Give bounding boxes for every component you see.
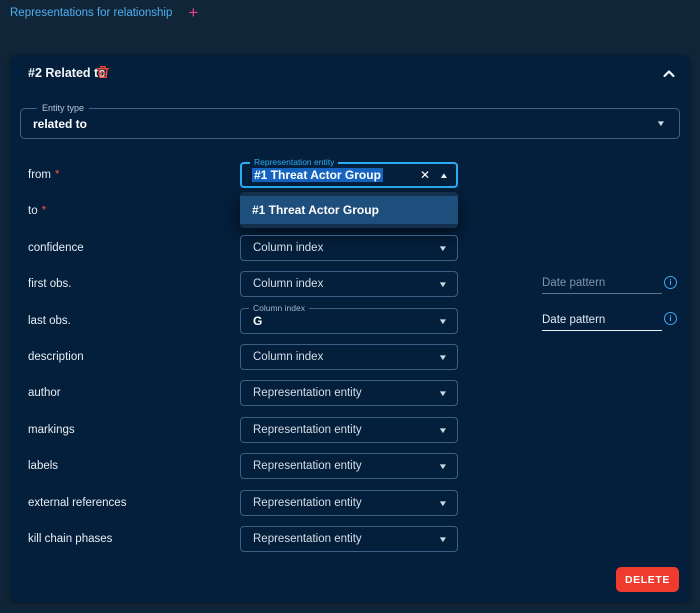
required-marker: * <box>42 205 46 217</box>
field-label-external-references: external references <box>28 495 126 511</box>
chevron-down-icon: ▼ <box>438 535 448 544</box>
chevron-up-icon[interactable] <box>658 64 680 86</box>
last-obs-column-select[interactable]: Column index G ▼ <box>240 308 458 334</box>
last-obs-floating-label: Column index <box>249 303 309 313</box>
entity-type-select[interactable]: Entity type related to ▼ <box>20 108 680 139</box>
field-label-markings: markings <box>28 422 75 438</box>
chevron-up-icon: ▲ <box>439 171 449 180</box>
from-select-floating-label: Representation entity <box>250 157 338 167</box>
from-representation-select[interactable]: Representation entity #1 Threat Actor Gr… <box>240 162 458 188</box>
representations-header: Representations for relationship + <box>10 6 198 20</box>
first-obs-date-pattern-input[interactable] <box>542 272 662 294</box>
info-icon[interactable]: i <box>664 312 677 325</box>
add-representation-icon[interactable]: + <box>188 6 198 20</box>
markings-representation-select[interactable]: Representation entity ▼ <box>240 417 458 443</box>
first-obs-column-select[interactable]: Column index ▼ <box>240 271 458 297</box>
field-label-confidence: confidence <box>28 240 84 256</box>
field-label-labels: labels <box>28 458 58 474</box>
field-label-to: to* <box>28 203 46 219</box>
delete-button[interactable]: DELETE <box>616 567 679 592</box>
chevron-down-icon: ▼ <box>656 119 666 128</box>
chevron-down-icon: ▼ <box>438 280 448 289</box>
field-label-description: description <box>28 349 84 365</box>
external-references-representation-select[interactable]: Representation entity ▼ <box>240 490 458 516</box>
field-label-last-obs: last obs. <box>28 313 71 329</box>
field-label-first-obs: first obs. <box>28 276 71 292</box>
confidence-column-select[interactable]: Column index ▼ <box>240 235 458 261</box>
kill-chain-phases-representation-select[interactable]: Representation entity ▼ <box>240 526 458 552</box>
chevron-down-icon: ▼ <box>438 389 448 398</box>
from-select-value: #1 Threat Actor Group <box>252 168 383 182</box>
field-label-from: from* <box>28 167 59 183</box>
field-label-author: author <box>28 385 61 401</box>
last-obs-date-pattern-input[interactable] <box>542 309 662 331</box>
csv-mapper-relationship-form: { "colors": { "page_background": "#11253… <box>0 0 700 613</box>
chevron-down-icon: ▼ <box>438 426 448 435</box>
chevron-down-icon: ▼ <box>438 462 448 471</box>
representation-entity-dropdown: #1 Threat Actor Group <box>240 192 458 228</box>
description-column-select[interactable]: Column index ▼ <box>240 344 458 370</box>
dropdown-option-threat-actor-group[interactable]: #1 Threat Actor Group <box>240 196 458 224</box>
entity-type-value: related to <box>33 117 657 131</box>
representations-title: Representations for relationship <box>10 7 172 19</box>
chevron-down-icon: ▼ <box>438 499 448 508</box>
labels-representation-select[interactable]: Representation entity ▼ <box>240 453 458 479</box>
chevron-down-icon: ▼ <box>438 353 448 362</box>
chevron-down-icon: ▼ <box>438 244 448 253</box>
last-obs-select-value: G <box>253 314 439 328</box>
trash-icon[interactable] <box>94 64 111 81</box>
clear-icon[interactable]: ✕ <box>420 168 430 182</box>
required-marker: * <box>55 169 59 181</box>
chevron-down-icon: ▼ <box>438 317 448 326</box>
field-label-kill-chain-phases: kill chain phases <box>28 531 112 547</box>
entity-type-label: Entity type <box>37 103 89 113</box>
representation-panel: #2 Related to Entity type related to ▼ f… <box>10 55 690 602</box>
author-representation-select[interactable]: Representation entity ▼ <box>240 380 458 406</box>
info-icon[interactable]: i <box>664 276 677 289</box>
